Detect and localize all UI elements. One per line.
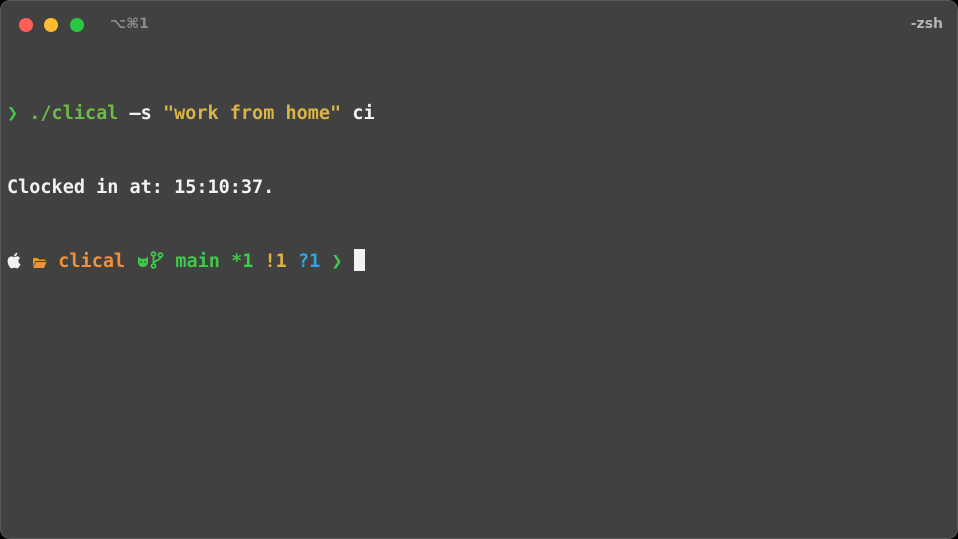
git-staged-count: *1 xyxy=(231,251,254,272)
folder-icon xyxy=(32,252,47,277)
command-string-argument: "work from home" xyxy=(162,103,342,124)
git-modified-count: !1 xyxy=(264,251,287,272)
command-subcommand: ci xyxy=(352,103,375,124)
text-cursor[interactable] xyxy=(353,249,365,271)
apple-icon xyxy=(7,252,21,277)
minimize-button[interactable] xyxy=(44,18,58,32)
current-directory: clical xyxy=(58,251,126,272)
zoom-button[interactable] xyxy=(70,18,84,32)
prompt-symbol: ❯ xyxy=(331,251,343,272)
output-line: Clocked in at: 15:10:37. xyxy=(7,176,375,201)
command-line: ❯ ./clical –s "work from home" ci xyxy=(7,102,375,127)
git-branch-name: main xyxy=(175,251,220,272)
window-title: -zsh xyxy=(910,16,943,32)
terminal-output[interactable]: ❯ ./clical –s "work from home" ci Clocke… xyxy=(7,53,375,323)
clock-in-output: Clocked in at: 15:10:37. xyxy=(7,176,275,198)
window-shortcut-label: ⌥⌘1 xyxy=(110,16,149,32)
command-flag: –s xyxy=(129,103,152,124)
github-cat-icon xyxy=(136,252,150,277)
command-name: ./clical xyxy=(29,103,119,124)
prompt-line: clical main *1 !1 ?1 ❯ xyxy=(7,249,375,274)
git-branch-icon xyxy=(150,251,164,277)
terminal-window: ⌥⌘1 -zsh ❯ ./clical –s "work from home" … xyxy=(0,0,958,539)
prompt-symbol: ❯ xyxy=(7,103,19,124)
git-untracked-count: ?1 xyxy=(297,251,321,272)
title-bar[interactable]: ⌥⌘1 -zsh xyxy=(1,1,957,47)
close-button[interactable] xyxy=(19,18,33,32)
